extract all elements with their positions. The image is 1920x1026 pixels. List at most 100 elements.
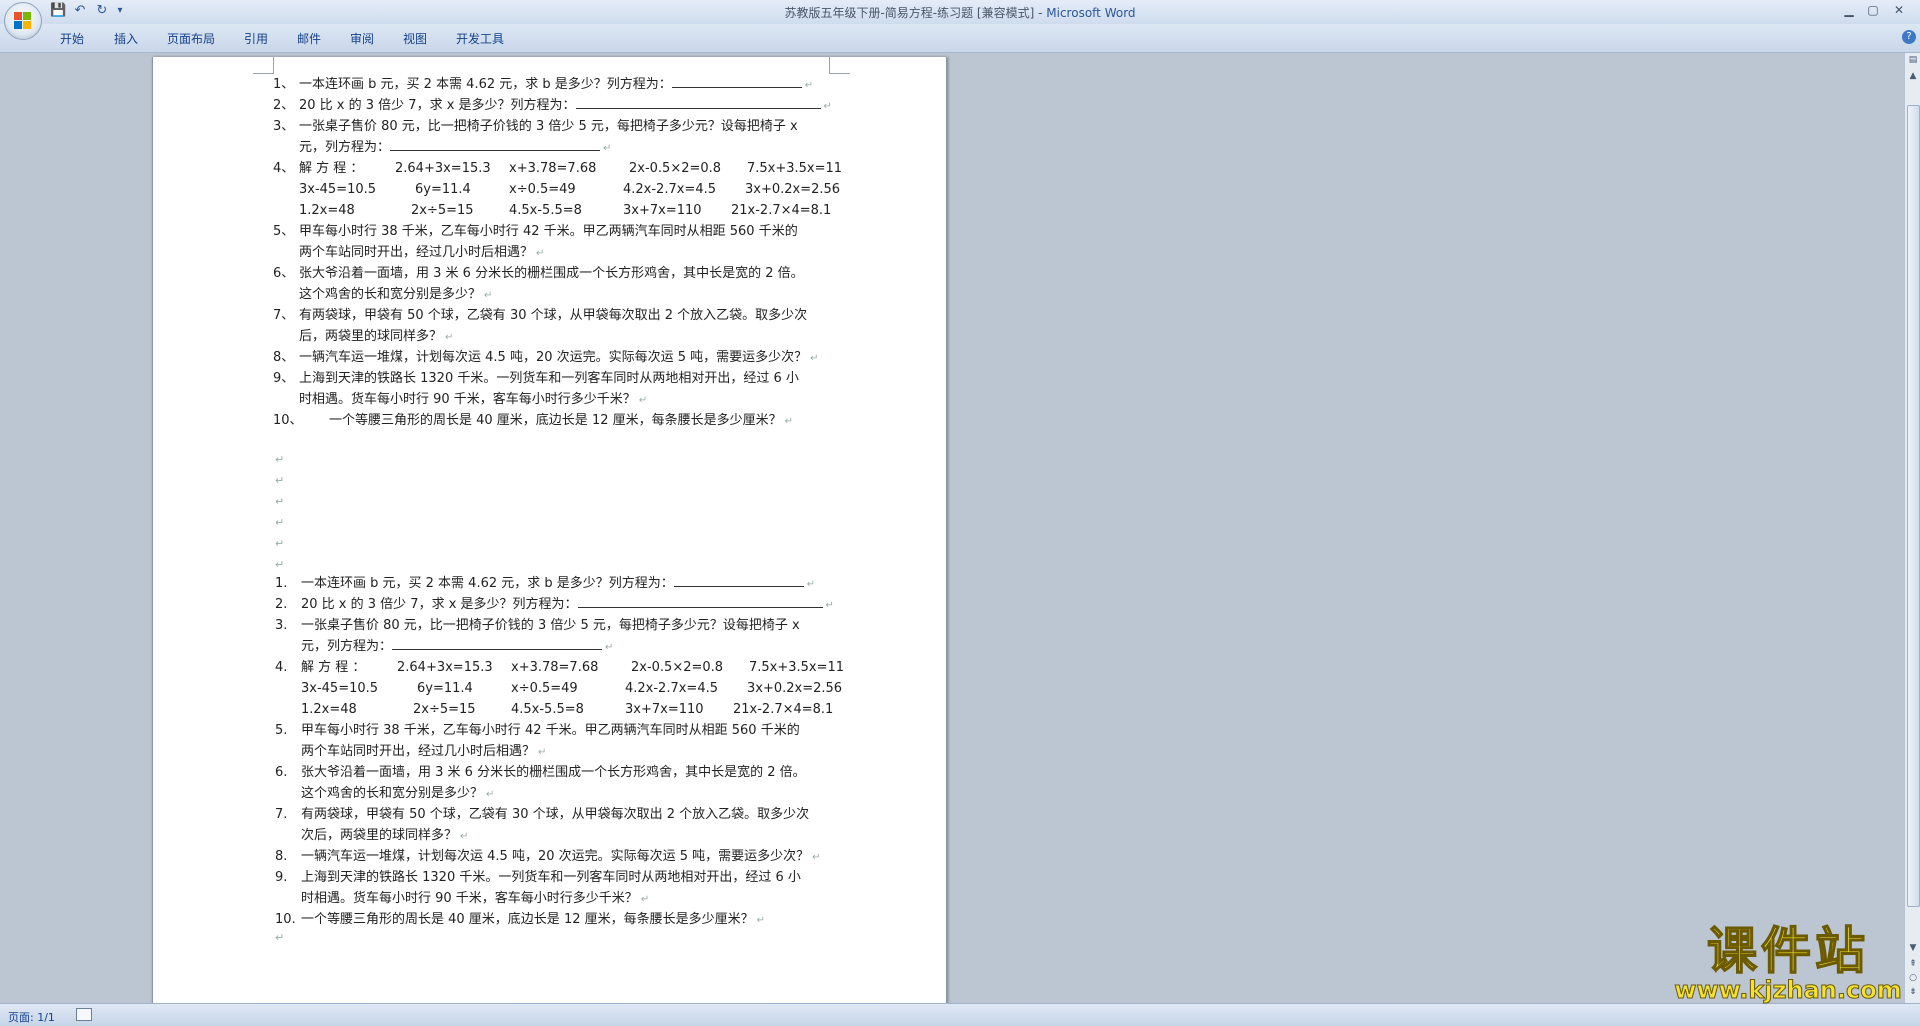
- close-icon[interactable]: ✕: [1888, 2, 1910, 18]
- answer-blank[interactable]: [392, 637, 603, 650]
- scroll-thumb[interactable]: [1907, 105, 1920, 907]
- ribbon-tabs: 开始 插入 页面布局 引用 邮件 审阅 视图 开发工具 ?: [0, 24, 1920, 53]
- paragraph-mark: ↵: [804, 80, 814, 91]
- paragraph-mark: ↵: [640, 894, 650, 905]
- paragraph-mark: ↵: [823, 101, 832, 112]
- answer-blank[interactable]: [577, 595, 823, 608]
- title-doc: 苏教版五年级下册-简易方程-练习题 [兼容模式] -: [784, 6, 1047, 20]
- equation: 2.64+3x=15.3: [395, 161, 491, 176]
- browse-object-icon[interactable]: ○: [1906, 971, 1920, 985]
- equation: 3x-45=10.5: [299, 182, 377, 197]
- question-text: 一辆汽车运一堆煤，计划每次运 4.5 吨，20 次运完。实际每次运 5 吨，需要…: [301, 849, 810, 864]
- vertical-scrollbar[interactable]: ▤ ▲ ▼ ⇞ ○ ⇟: [1904, 53, 1920, 1003]
- paragraph-mark: ↵: [603, 143, 612, 154]
- watermark-cn: 课件站: [1706, 922, 1869, 980]
- previous-page-icon[interactable]: ⇞: [1906, 957, 1920, 971]
- maximize-icon[interactable]: ▢: [1862, 2, 1884, 18]
- paragraph-mark: ↵: [486, 789, 495, 800]
- next-page-icon[interactable]: ⇟: [1906, 985, 1920, 999]
- question-text-cont: 时相遇。货车每小时行 90 千米，客车每小时行多少千米？: [301, 891, 638, 906]
- ruler-toggle-icon[interactable]: ▤: [1906, 53, 1920, 67]
- question-text: 上海到天津的铁路长 1320 千米。一列货车和一列客车同时从两地相对开出，经过 …: [301, 870, 801, 885]
- office-button[interactable]: [4, 2, 42, 40]
- equation: 4.5x-5.5=8: [511, 702, 584, 717]
- office-logo-icon: [14, 12, 32, 30]
- tab-mailings[interactable]: 邮件: [297, 30, 321, 47]
- equation: 2.64+3x=15.3: [397, 660, 493, 675]
- question-number: 3.: [275, 618, 288, 633]
- question-number: 5、: [273, 224, 295, 239]
- question-text-cont: 时相遇。货车每小时行 90 千米，客车每小时行多少千米？: [299, 392, 636, 407]
- equation: 3x+0.2x=2.56: [745, 182, 841, 197]
- site-watermark: 课件站 www.kjzhan.com: [1668, 922, 1908, 1002]
- page-count[interactable]: 页面: 1/1: [8, 1009, 55, 1025]
- equation: 4.2x-2.7x=4.5: [625, 681, 718, 696]
- paragraph-mark: ↵: [638, 395, 648, 406]
- question-text-cont: 次后，两袋里的球同样多？: [301, 828, 458, 843]
- question-number: 9.: [275, 870, 288, 885]
- equation: x÷0.5=49: [511, 681, 578, 696]
- equation: 2x÷5=15: [411, 203, 474, 218]
- question-text-cont: 这个鸡舍的长和宽分别是多少？: [299, 287, 482, 302]
- question-text: 20 比 x 的 3 倍少 7，求 x 是多少？列方程为：: [301, 597, 578, 612]
- question-number: 8、: [273, 350, 295, 365]
- question-text: 甲车每小时行 38 千米，乙车每小时行 42 千米。甲乙两辆汽车同时从相距 56…: [301, 723, 800, 738]
- paragraph-mark: ↵: [605, 642, 614, 653]
- paragraph-mark: ↵: [275, 453, 285, 466]
- answer-blank[interactable]: [390, 138, 601, 151]
- scroll-down-icon[interactable]: ▼: [1906, 941, 1920, 955]
- question-number: 2.: [275, 597, 288, 612]
- paragraph-mark: ↵: [810, 353, 819, 364]
- equation: x+3.78=7.68: [511, 660, 599, 675]
- scroll-up-icon[interactable]: ▲: [1906, 69, 1920, 83]
- question-text: 一张桌子售价 80 元，比一把椅子价钱的 3 倍少 5 元，每把椅子多少元？设每…: [301, 618, 800, 633]
- question-number: 4、: [273, 161, 295, 176]
- tab-developer[interactable]: 开发工具: [456, 30, 504, 47]
- crop-mark: [829, 57, 850, 74]
- question-text: 上海到天津的铁路长 1320 千米。一列货车和一列客车同时从两地相对开出，经过 …: [299, 371, 799, 386]
- question-number: 10.: [275, 912, 296, 927]
- crop-mark: [253, 57, 274, 74]
- question-number: 10、: [273, 413, 303, 428]
- question-number: 5.: [275, 723, 288, 738]
- answer-blank[interactable]: [673, 574, 804, 587]
- answer-blank[interactable]: [671, 75, 802, 88]
- question-text: 一辆汽车运一堆煤，计划每次运 4.5 吨，20 次运完。实际每次运 5 吨，需要…: [299, 350, 808, 365]
- paragraph-mark: ↵: [756, 915, 766, 926]
- question-number: 6.: [275, 765, 288, 780]
- minimize-icon[interactable]: ▁: [1838, 2, 1860, 18]
- document-page[interactable]: 1、 一本连环画 b 元，买 2 本需 4.62 元，求 b 是多少？列方程为：…: [152, 57, 947, 1007]
- question-number: 1.: [275, 576, 288, 591]
- help-icon[interactable]: ?: [1902, 30, 1916, 44]
- proofing-icon[interactable]: [76, 1008, 92, 1021]
- paragraph-mark: ↵: [275, 495, 285, 508]
- paragraph-mark: ↵: [275, 516, 285, 529]
- equation: 1.2x=48: [299, 203, 355, 218]
- paragraph-mark: ↵: [825, 600, 834, 611]
- equation: 3x-45=10.5: [301, 681, 379, 696]
- question-text: 甲车每小时行 38 千米，乙车每小时行 42 千米。甲乙两辆汽车同时从相距 56…: [299, 224, 798, 239]
- title-app: Microsoft Word: [1046, 6, 1136, 20]
- equation: 3x+7x=110: [625, 702, 704, 717]
- tab-insert[interactable]: 插入: [114, 30, 138, 47]
- question-text: 20 比 x 的 3 倍少 7，求 x 是多少？列方程为：: [299, 98, 576, 113]
- question-text: 有两袋球，甲袋有 50 个球，乙袋有 30 个球，从甲袋每次取出 2 个放入乙袋…: [301, 807, 810, 822]
- paragraph-mark: ↵: [812, 852, 821, 863]
- tab-home[interactable]: 开始: [60, 30, 84, 47]
- tab-view[interactable]: 视图: [403, 30, 427, 47]
- equation: 21x-2.7×4=8.1: [731, 203, 832, 218]
- paragraph-mark: ↵: [275, 474, 285, 487]
- equation: 3x+7x=110: [623, 203, 702, 218]
- answer-blank[interactable]: [575, 96, 821, 109]
- paragraph-mark: ↵: [460, 831, 469, 842]
- question-number: 1、: [273, 77, 295, 92]
- question-text: 一本连环画 b 元，买 2 本需 4.62 元，求 b 是多少？列方程为：: [301, 576, 674, 591]
- question-label: 解 方 程 ：: [299, 161, 364, 176]
- tab-references[interactable]: 引用: [244, 30, 268, 47]
- question-label: 解 方 程 ：: [301, 660, 366, 675]
- equation: 4.2x-2.7x=4.5: [623, 182, 716, 197]
- tab-layout[interactable]: 页面布局: [167, 30, 215, 47]
- tab-review[interactable]: 审阅: [350, 30, 374, 47]
- paragraph-mark: ↵: [275, 931, 285, 944]
- equation: 2x-0.5×2=0.8: [631, 660, 724, 675]
